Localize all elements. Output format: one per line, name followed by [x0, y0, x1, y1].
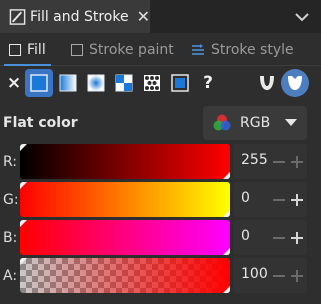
fill-rule-nonzero-button[interactable]: [281, 69, 309, 97]
radial-gradient-button[interactable]: [82, 69, 110, 97]
tab-fill-label: Fill: [27, 41, 46, 58]
dock-tab-title: Fill and Stroke: [30, 8, 129, 25]
blue-slider[interactable]: [20, 220, 230, 255]
alpha-decrement-button[interactable]: [273, 275, 285, 277]
mesh-gradient-button[interactable]: [110, 69, 138, 97]
tab-stroke-style-label: Stroke style: [211, 41, 294, 58]
tab-stroke-style[interactable]: Stroke style: [191, 33, 294, 66]
red-slider[interactable]: [20, 144, 230, 179]
paint-type-bar: × ?: [0, 66, 321, 100]
linear-gradient-button[interactable]: [54, 69, 82, 97]
slider-marker-top: [20, 144, 27, 151]
green-decrement-button[interactable]: [273, 199, 285, 201]
tab-stroke-paint-label: Stroke paint: [89, 41, 174, 58]
slider-marker-top: [20, 258, 27, 265]
fill-square-icon: [9, 43, 21, 56]
stroke-square-icon: [71, 43, 83, 56]
red-spinbox[interactable]: 255: [233, 144, 307, 179]
alpha-slider[interactable]: [20, 258, 230, 293]
mesh-gradient-icon: [115, 74, 133, 92]
rgb-wheel-icon: [213, 114, 231, 131]
green-value: 0: [241, 190, 250, 206]
blue-spinbox[interactable]: 0: [233, 220, 307, 255]
no-paint-icon: ×: [6, 73, 22, 93]
slider-marker-bottom: [223, 172, 230, 179]
green-slider[interactable]: [20, 182, 230, 217]
plus-icon: [296, 194, 298, 206]
swatch-icon: [171, 74, 189, 92]
chevron-down-icon[interactable]: [293, 8, 311, 26]
channel-label-g: G:: [3, 192, 19, 208]
plus-icon: [296, 156, 298, 168]
swatch-button[interactable]: [166, 69, 194, 97]
fill-rule-nonzero-icon: [288, 76, 302, 90]
blue-value: 0: [241, 228, 250, 244]
fill-stroke-tabs: Fill Stroke paint Stroke style: [0, 33, 321, 66]
dock-tab-bar: Fill and Stroke ✕: [0, 0, 321, 33]
flat-color-label: Flat color: [3, 115, 78, 131]
tab-fill[interactable]: Fill: [4, 33, 51, 66]
plus-icon: [296, 232, 298, 244]
unset-paint-button[interactable]: ?: [194, 69, 222, 97]
channel-label-b: B:: [3, 230, 18, 246]
fill-stroke-icon: [9, 8, 26, 25]
red-value: 255: [241, 152, 268, 168]
fill-rule-evenodd-icon: [260, 76, 274, 90]
pattern-icon: [144, 75, 160, 91]
no-paint-button[interactable]: ×: [0, 69, 28, 97]
red-decrement-button[interactable]: [273, 161, 285, 163]
slider-marker-bottom: [223, 248, 230, 255]
dropdown-caret-icon: [285, 119, 297, 126]
slider-marker-top: [20, 220, 27, 227]
radial-gradient-icon: [87, 74, 105, 92]
flat-color-icon: [30, 74, 48, 92]
alpha-value: 100: [241, 266, 268, 282]
channel-label-r: R:: [3, 154, 18, 170]
slider-marker-bottom: [223, 210, 230, 217]
tab-stroke-paint[interactable]: Stroke paint: [71, 33, 174, 66]
fill-rule-evenodd-button[interactable]: [253, 69, 281, 97]
unset-paint-icon: ?: [203, 73, 213, 93]
flat-color-button[interactable]: [25, 69, 53, 97]
slider-marker-bottom: [223, 286, 230, 293]
green-spinbox[interactable]: 0: [233, 182, 307, 217]
linear-gradient-icon: [59, 74, 77, 92]
color-mode-value: RGB: [240, 115, 271, 131]
close-icon[interactable]: ✕: [137, 8, 150, 25]
stroke-style-icon: [192, 43, 204, 55]
plus-icon: [296, 270, 298, 282]
fill-stroke-dock-tab[interactable]: Fill and Stroke ✕: [0, 0, 150, 33]
blue-decrement-button[interactable]: [273, 237, 285, 239]
channel-label-a: A:: [3, 268, 18, 284]
color-mode-dropdown[interactable]: RGB: [203, 106, 307, 140]
slider-marker-top: [20, 182, 27, 189]
alpha-spinbox[interactable]: 100: [233, 258, 307, 293]
pattern-button[interactable]: [138, 69, 166, 97]
